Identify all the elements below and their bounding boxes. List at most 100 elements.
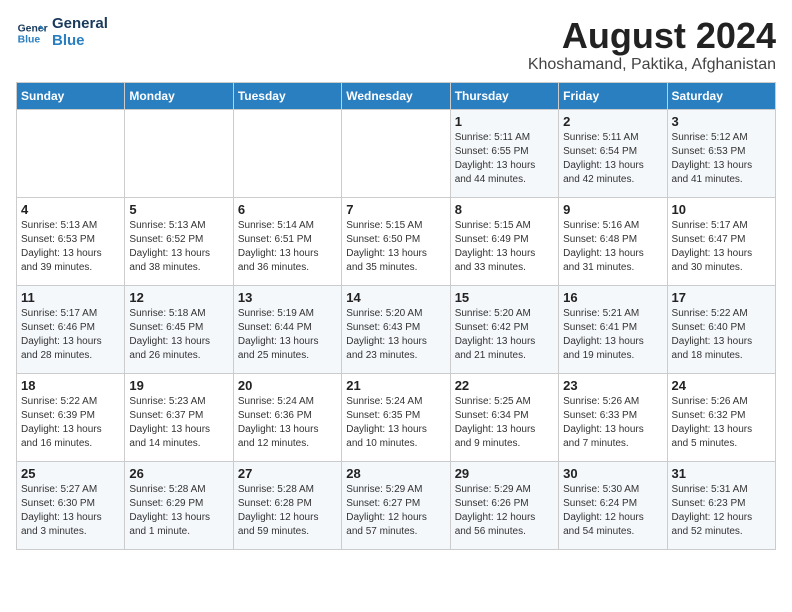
calendar-cell: 9Sunrise: 5:16 AM Sunset: 6:48 PM Daylig… [559,197,667,285]
calendar-cell: 20 Sunrise: 5:24 AM Sunset: 6:36 PM Dayli… [233,373,341,461]
svg-text:Blue: Blue [18,34,41,45]
day-detail: Sunrise: 5:29 AM Sunset: 6:27 PM Dayligh… [346,483,445,539]
day-detail: Sunrise: 5:27 AM Sunset: 6:30 PM Dayligh… [21,483,120,539]
day-detail: Sunrise: 5:23 AM Sunset: 6:37 PM Dayligh… [129,395,228,451]
calendar-week-row: 1 Sunrise: 5:11 AM Sunset: 6:55 PM Daylig… [17,109,776,197]
calendar-cell: 13Sunrise: 5:19 AM Sunset: 6:44 PM Dayli… [233,285,341,373]
calendar-cell: 18 Sunrise: 5:22 AM Sunset: 6:39 PM Dayli… [17,373,125,461]
day-number: 7 [346,202,445,217]
weekday-header: Sunday [17,82,125,109]
weekday-header: Monday [125,82,233,109]
day-detail: Sunrise: 5:13 AM Sunset: 6:52 PM Dayligh… [129,219,228,275]
day-number: 3 [672,114,771,129]
calendar-cell [342,109,450,197]
calendar-cell: 8Sunrise: 5:15 AM Sunset: 6:49 PM Daylig… [450,197,558,285]
calendar-week-row: 18 Sunrise: 5:22 AM Sunset: 6:39 PM Dayli… [17,373,776,461]
calendar-cell: 7 Sunrise: 5:15 AM Sunset: 6:50 PM Daylig… [342,197,450,285]
calendar-cell: 12 Sunrise: 5:18 AM Sunset: 6:45 PM Dayli… [125,285,233,373]
logo: General Blue General Blue [16,16,108,49]
day-number: 11 [21,290,120,305]
day-detail: Sunrise: 5:31 AM Sunset: 6:23 PM Dayligh… [672,483,771,539]
day-number: 5 [129,202,228,217]
title-block: August 2024 Khoshamand, Paktika, Afghani… [528,16,776,74]
day-number: 20 [238,378,337,393]
calendar-cell [125,109,233,197]
weekday-header: Tuesday [233,82,341,109]
day-number: 30 [563,466,662,481]
day-detail: Sunrise: 5:25 AM Sunset: 6:34 PM Dayligh… [455,395,554,451]
day-detail: Sunrise: 5:24 AM Sunset: 6:36 PM Dayligh… [238,395,337,451]
day-number: 16 [563,290,662,305]
calendar-cell: 23 Sunrise: 5:26 AM Sunset: 6:33 PM Dayli… [559,373,667,461]
day-number: 12 [129,290,228,305]
calendar-cell: 30Sunrise: 5:30 AM Sunset: 6:24 PM Dayli… [559,461,667,549]
day-detail: Sunrise: 5:20 AM Sunset: 6:43 PM Dayligh… [346,307,445,363]
month-year: August 2024 [528,16,776,56]
calendar-cell: 14 Sunrise: 5:20 AM Sunset: 6:43 PM Dayli… [342,285,450,373]
day-number: 4 [21,202,120,217]
day-number: 10 [672,202,771,217]
day-detail: Sunrise: 5:11 AM Sunset: 6:54 PM Dayligh… [563,131,662,187]
calendar-cell: 26 Sunrise: 5:28 AM Sunset: 6:29 PM Dayli… [125,461,233,549]
calendar-cell: 17Sunrise: 5:22 AM Sunset: 6:40 PM Dayli… [667,285,775,373]
calendar-cell: 29 Sunrise: 5:29 AM Sunset: 6:26 PM Dayli… [450,461,558,549]
day-number: 24 [672,378,771,393]
weekday-header: Saturday [667,82,775,109]
day-detail: Sunrise: 5:12 AM Sunset: 6:53 PM Dayligh… [672,131,771,187]
day-number: 18 [21,378,120,393]
day-number: 2 [563,114,662,129]
day-number: 29 [455,466,554,481]
day-number: 15 [455,290,554,305]
day-detail: Sunrise: 5:17 AM Sunset: 6:46 PM Dayligh… [21,307,120,363]
day-detail: Sunrise: 5:26 AM Sunset: 6:33 PM Dayligh… [563,395,662,451]
day-detail: Sunrise: 5:15 AM Sunset: 6:49 PM Dayligh… [455,219,554,275]
weekday-header-row: SundayMondayTuesdayWednesdayThursdayFrid… [17,82,776,109]
day-number: 28 [346,466,445,481]
calendar-cell: 1 Sunrise: 5:11 AM Sunset: 6:55 PM Daylig… [450,109,558,197]
day-detail: Sunrise: 5:20 AM Sunset: 6:42 PM Dayligh… [455,307,554,363]
calendar-cell: 11 Sunrise: 5:17 AM Sunset: 6:46 PM Dayli… [17,285,125,373]
calendar-cell: 16 Sunrise: 5:21 AM Sunset: 6:41 PM Dayli… [559,285,667,373]
day-detail: Sunrise: 5:18 AM Sunset: 6:45 PM Dayligh… [129,307,228,363]
day-detail: Sunrise: 5:24 AM Sunset: 6:35 PM Dayligh… [346,395,445,451]
calendar-table: SundayMondayTuesdayWednesdayThursdayFrid… [16,82,776,550]
day-detail: Sunrise: 5:29 AM Sunset: 6:26 PM Dayligh… [455,483,554,539]
day-number: 1 [455,114,554,129]
day-number: 31 [672,466,771,481]
day-number: 21 [346,378,445,393]
day-detail: Sunrise: 5:14 AM Sunset: 6:51 PM Dayligh… [238,219,337,275]
day-detail: Sunrise: 5:11 AM Sunset: 6:55 PM Dayligh… [455,131,554,187]
calendar-cell: 19Sunrise: 5:23 AM Sunset: 6:37 PM Dayli… [125,373,233,461]
day-number: 27 [238,466,337,481]
day-detail: Sunrise: 5:19 AM Sunset: 6:44 PM Dayligh… [238,307,337,363]
day-detail: Sunrise: 5:28 AM Sunset: 6:29 PM Dayligh… [129,483,228,539]
day-detail: Sunrise: 5:17 AM Sunset: 6:47 PM Dayligh… [672,219,771,275]
logo-icon: General Blue [16,17,48,49]
day-number: 23 [563,378,662,393]
calendar-week-row: 25Sunrise: 5:27 AM Sunset: 6:30 PM Dayli… [17,461,776,549]
day-detail: Sunrise: 5:21 AM Sunset: 6:41 PM Dayligh… [563,307,662,363]
day-number: 26 [129,466,228,481]
day-detail: Sunrise: 5:22 AM Sunset: 6:39 PM Dayligh… [21,395,120,451]
calendar-cell: 10 Sunrise: 5:17 AM Sunset: 6:47 PM Dayli… [667,197,775,285]
day-detail: Sunrise: 5:15 AM Sunset: 6:50 PM Dayligh… [346,219,445,275]
weekday-header: Friday [559,82,667,109]
calendar-cell: 6 Sunrise: 5:14 AM Sunset: 6:51 PM Daylig… [233,197,341,285]
calendar-week-row: 11 Sunrise: 5:17 AM Sunset: 6:46 PM Dayli… [17,285,776,373]
calendar-cell: 15 Sunrise: 5:20 AM Sunset: 6:42 PM Dayli… [450,285,558,373]
calendar-cell: 22Sunrise: 5:25 AM Sunset: 6:34 PM Dayli… [450,373,558,461]
calendar-cell: 21 Sunrise: 5:24 AM Sunset: 6:35 PM Dayli… [342,373,450,461]
day-number: 17 [672,290,771,305]
day-number: 14 [346,290,445,305]
calendar-cell [233,109,341,197]
logo-blue: Blue [52,33,108,50]
calendar-cell: 24Sunrise: 5:26 AM Sunset: 6:32 PM Dayli… [667,373,775,461]
day-number: 6 [238,202,337,217]
calendar-cell: 25Sunrise: 5:27 AM Sunset: 6:30 PM Dayli… [17,461,125,549]
day-detail: Sunrise: 5:16 AM Sunset: 6:48 PM Dayligh… [563,219,662,275]
logo-general: General [52,16,108,33]
location: Khoshamand, Paktika, Afghanistan [528,56,776,74]
calendar-week-row: 4Sunrise: 5:13 AM Sunset: 6:53 PM Daylig… [17,197,776,285]
calendar-cell: 31 Sunrise: 5:31 AM Sunset: 6:23 PM Dayli… [667,461,775,549]
calendar-cell: 28 Sunrise: 5:29 AM Sunset: 6:27 PM Dayli… [342,461,450,549]
